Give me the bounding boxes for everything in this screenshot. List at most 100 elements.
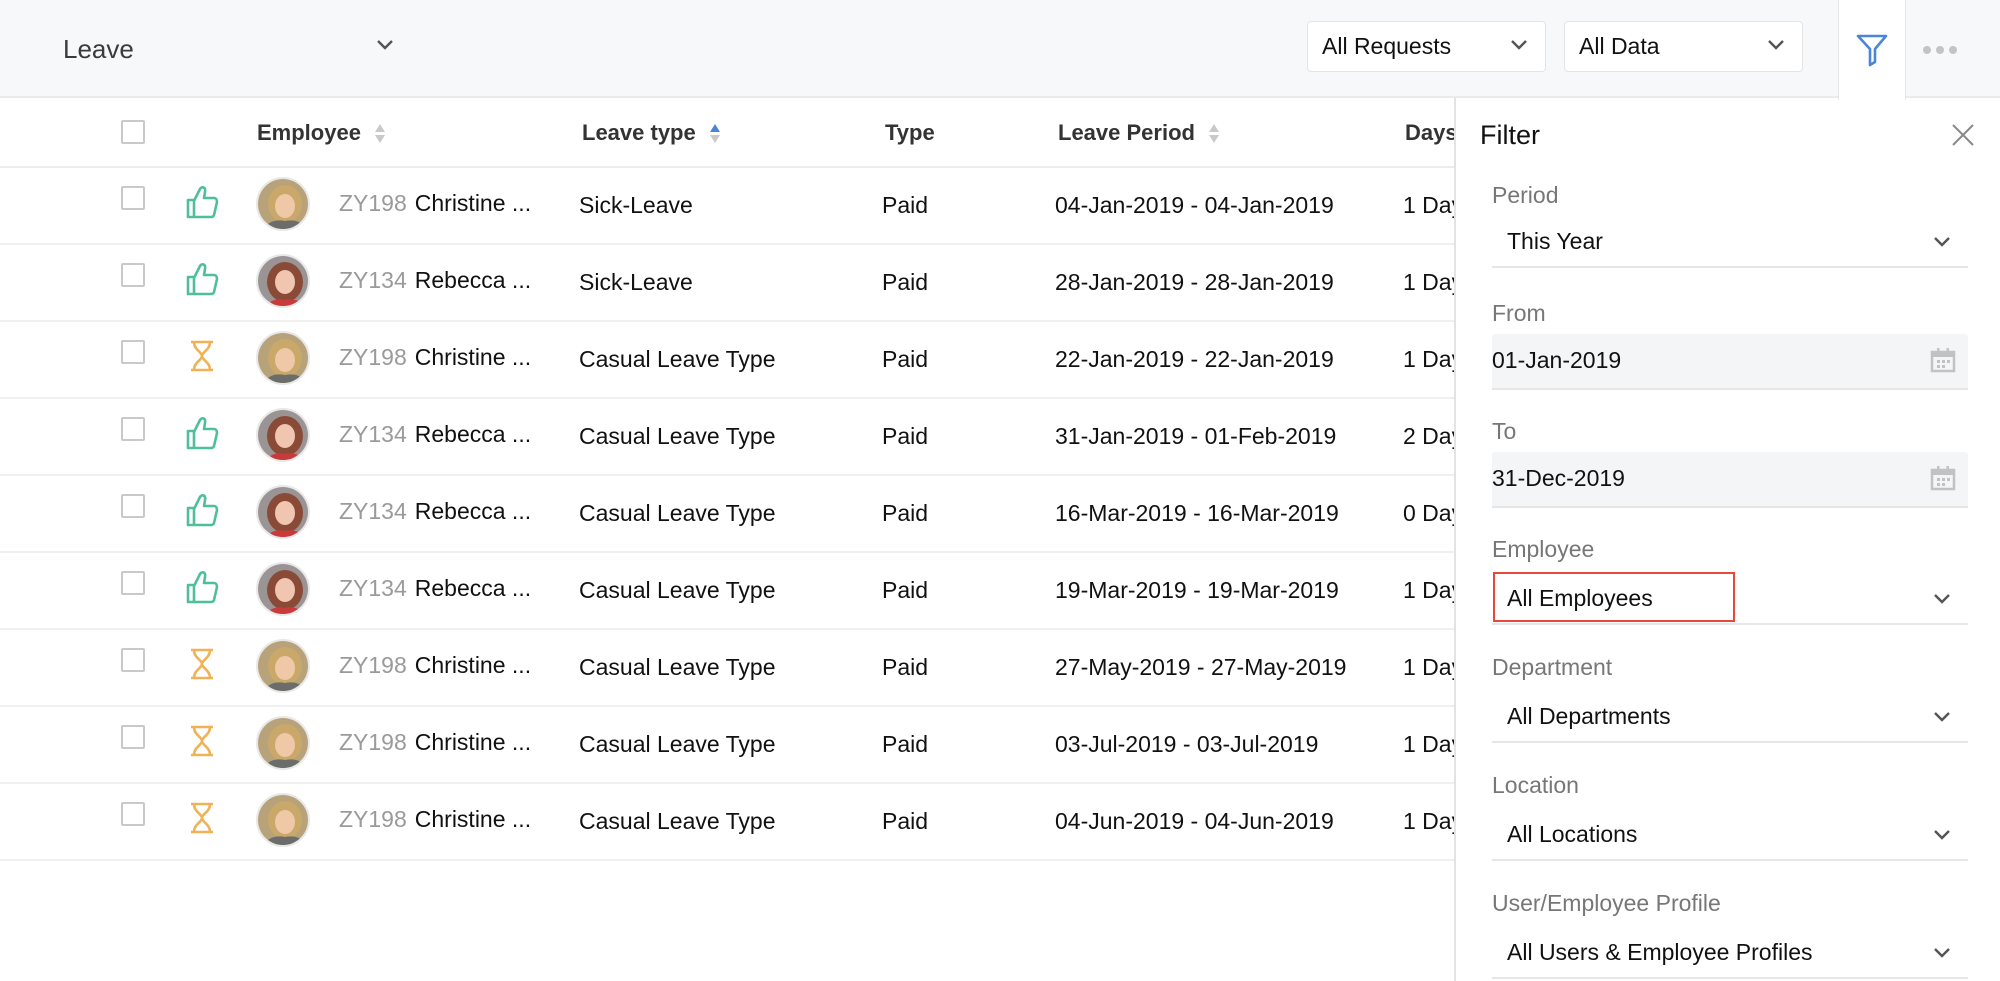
row-checkbox[interactable] (121, 340, 145, 364)
ellipsis-dot (1949, 46, 1957, 54)
days-cell: 1 Day (1403, 654, 1455, 680)
data-filter-dropdown[interactable]: All Data (1564, 21, 1803, 72)
table-row[interactable]: ZY134 Rebecca ... Sick-Leave Paid 28-Jan-… (0, 245, 1455, 322)
employee-link[interactable]: ZY198 Christine ... (339, 344, 531, 371)
thumbs-up-icon (184, 184, 220, 220)
type-cell: Paid (882, 808, 929, 834)
period-select[interactable]: This Year (1492, 218, 1968, 268)
table-row[interactable]: ZY134 Rebecca ... Casual Leave Type Paid … (0, 476, 1455, 553)
employee-id: ZY134 (339, 267, 407, 293)
row-checkbox[interactable] (121, 417, 145, 441)
column-label: Days (1405, 120, 1455, 145)
location-label: Location (1492, 772, 1579, 798)
select-all-checkbox[interactable] (121, 120, 145, 144)
profile-value: All Users & Employee Profiles (1507, 939, 1813, 965)
days-cell: 1 Day (1403, 731, 1455, 757)
filter-toggle-button[interactable] (1838, 0, 1906, 100)
requests-filter-dropdown[interactable]: All Requests (1307, 21, 1546, 72)
employee-link[interactable]: ZY134 Rebecca ... (339, 498, 531, 525)
leave-period-cell: 27-May-2019 - 27-May-2019 (1055, 654, 1347, 680)
ellipsis-dot (1923, 46, 1931, 54)
table-body: ZY198 Christine ... Sick-Leave Paid 04-Ja… (0, 168, 1455, 861)
employee-name: Christine ... (414, 729, 532, 755)
days-cell: 1 Day (1403, 577, 1455, 603)
employee-select[interactable]: All Employees (1492, 572, 1968, 625)
employee-id: ZY198 (339, 190, 407, 216)
column-header-employee[interactable]: Employee (257, 120, 385, 146)
employee-name: Rebecca ... (414, 267, 532, 293)
employee-id: ZY198 (339, 652, 407, 678)
calendar-icon[interactable] (1930, 347, 1956, 373)
avatar (256, 716, 310, 770)
row-checkbox[interactable] (121, 571, 145, 595)
thumbs-up-icon (184, 492, 220, 528)
to-date-input[interactable]: 31-Dec-2019 (1492, 452, 1968, 508)
table-row[interactable]: ZY198 Christine ... Casual Leave Type Pai… (0, 630, 1455, 707)
employee-link[interactable]: ZY198 Christine ... (339, 652, 531, 679)
calendar-icon[interactable] (1930, 465, 1956, 491)
leave-table: Employee Leave type Type Leave Period Da… (0, 98, 1455, 861)
chevron-down-icon (1934, 948, 1950, 958)
chevron-down-icon (1768, 40, 1784, 50)
employee-id: ZY134 (339, 498, 407, 524)
type-cell: Paid (882, 192, 929, 218)
type-cell: Paid (882, 346, 929, 372)
leave-period-cell: 03-Jul-2019 - 03-Jul-2019 (1055, 731, 1319, 757)
thumbs-up-icon (184, 415, 220, 451)
table-header: Employee Leave type Type Leave Period Da… (0, 98, 1455, 168)
employee-link[interactable]: ZY134 Rebecca ... (339, 267, 531, 294)
employee-link[interactable]: ZY198 Christine ... (339, 190, 531, 217)
row-checkbox[interactable] (121, 186, 145, 210)
filter-panel: Filter Period This Year From 01-Jan-2019… (1454, 98, 2000, 981)
table-row[interactable]: ZY134 Rebecca ... Casual Leave Type Paid … (0, 553, 1455, 630)
top-bar: Leave All Requests All Data (0, 0, 2000, 100)
table-row[interactable]: ZY198 Christine ... Casual Leave Type Pai… (0, 322, 1455, 399)
employee-id: ZY134 (339, 421, 407, 447)
row-checkbox[interactable] (121, 494, 145, 518)
employee-link[interactable]: ZY198 Christine ... (339, 806, 531, 833)
sort-icon (1208, 123, 1219, 143)
chevron-down-icon (1934, 237, 1950, 247)
employee-link[interactable]: ZY134 Rebecca ... (339, 421, 531, 448)
employee-name: Rebecca ... (414, 575, 532, 601)
row-checkbox[interactable] (121, 648, 145, 672)
leave-type-cell: Sick-Leave (579, 269, 693, 295)
column-header-leave-period[interactable]: Leave Period (1058, 120, 1219, 146)
to-label: To (1492, 418, 1517, 444)
table-row[interactable]: ZY198 Christine ... Sick-Leave Paid 04-Ja… (0, 168, 1455, 245)
module-selector[interactable]: Leave (63, 28, 403, 70)
employee-link[interactable]: ZY198 Christine ... (339, 729, 531, 756)
employee-link[interactable]: ZY134 Rebecca ... (339, 575, 531, 602)
type-cell: Paid (882, 269, 929, 295)
column-label: Leave type (582, 120, 696, 145)
row-checkbox[interactable] (121, 263, 145, 287)
leave-period-cell: 31-Jan-2019 - 01-Feb-2019 (1055, 423, 1337, 449)
days-cell: 1 Day (1403, 346, 1455, 372)
department-select[interactable]: All Departments (1492, 693, 1968, 743)
employee-name: Christine ... (414, 190, 532, 216)
chevron-down-icon (1511, 40, 1527, 50)
from-date-input[interactable]: 01-Jan-2019 (1492, 334, 1968, 390)
table-row[interactable]: ZY134 Rebecca ... Casual Leave Type Paid … (0, 399, 1455, 476)
hourglass-icon (184, 338, 220, 374)
table-row[interactable]: ZY198 Christine ... Casual Leave Type Pai… (0, 707, 1455, 784)
avatar (256, 177, 310, 231)
location-select[interactable]: All Locations (1492, 811, 1968, 861)
table-row[interactable]: ZY198 Christine ... Casual Leave Type Pai… (0, 784, 1455, 861)
leave-type-cell: Sick-Leave (579, 192, 693, 218)
leave-period-cell: 19-Mar-2019 - 19-Mar-2019 (1055, 577, 1339, 603)
row-checkbox[interactable] (121, 802, 145, 826)
column-header-type: Type (885, 120, 935, 146)
leave-period-cell: 04-Jun-2019 - 04-Jun-2019 (1055, 808, 1334, 834)
hourglass-icon (184, 800, 220, 836)
close-icon[interactable] (1948, 120, 1978, 150)
row-checkbox[interactable] (121, 725, 145, 749)
leave-period-cell: 16-Mar-2019 - 16-Mar-2019 (1055, 500, 1339, 526)
more-options-button[interactable] (1910, 30, 1970, 70)
profile-select[interactable]: All Users & Employee Profiles (1492, 929, 1968, 979)
column-header-leave-type[interactable]: Leave type (582, 120, 720, 146)
type-cell: Paid (882, 423, 929, 449)
employee-value: All Employees (1507, 585, 1653, 611)
employee-id: ZY198 (339, 806, 407, 832)
leave-type-cell: Casual Leave Type (579, 577, 776, 603)
